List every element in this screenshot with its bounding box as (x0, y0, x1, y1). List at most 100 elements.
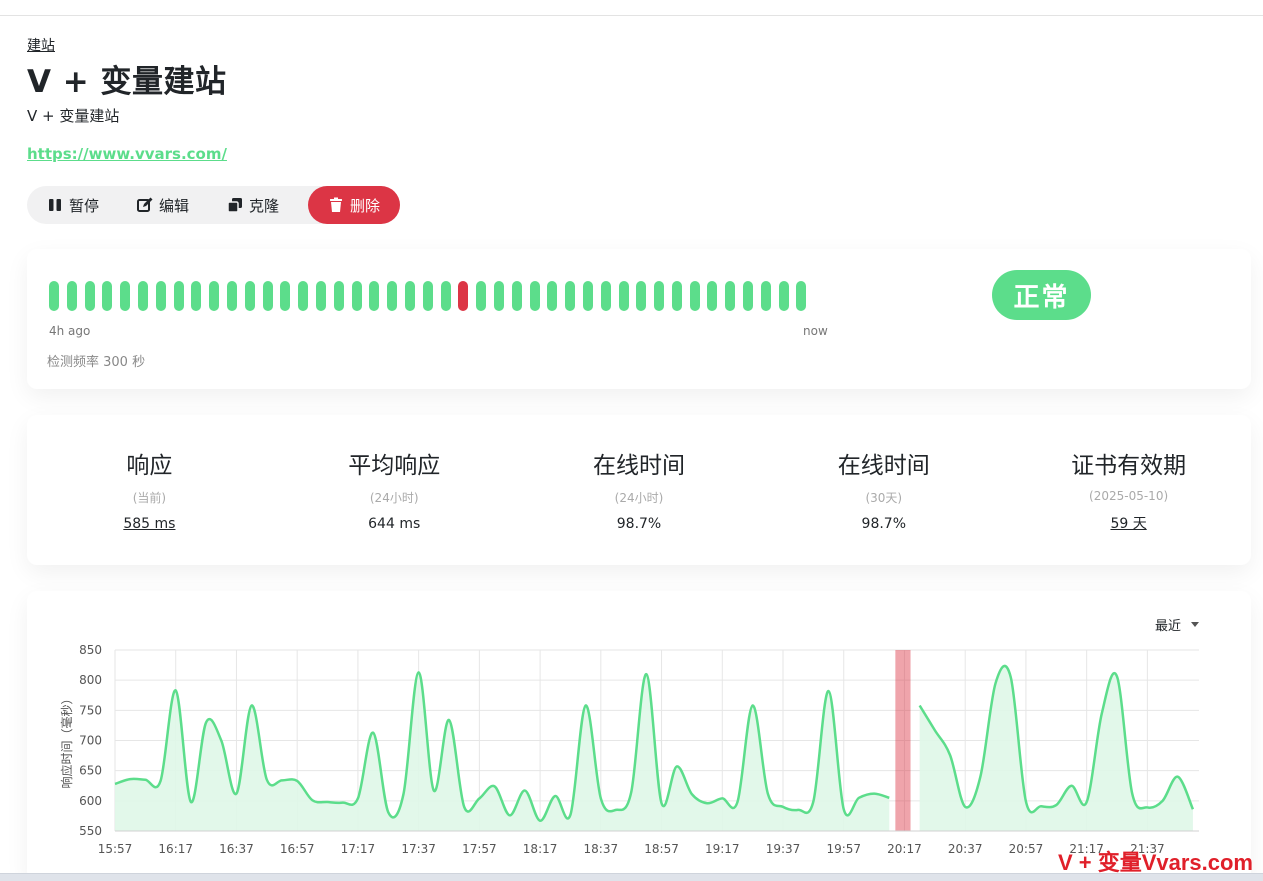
pause-button-label: 暂停 (69, 196, 100, 215)
breadcrumb-group-link[interactable]: 建站 (27, 35, 55, 55)
heartbeat-card: 4h ago now 检测频率 300 秒 正常 (27, 249, 1251, 389)
stat-value: 98.7% (616, 516, 662, 532)
stat-value[interactable]: 585 ms (27, 516, 272, 532)
clone-button-label: 克隆 (249, 196, 280, 215)
heartbeat-up[interactable] (707, 281, 718, 311)
heartbeat-up[interactable] (796, 281, 807, 311)
stat-title: 响应 (126, 453, 173, 479)
stat-subtitle: (当前) (132, 491, 167, 505)
stat-title: 证书有效期 (1071, 453, 1187, 479)
heartbeat-up[interactable] (66, 281, 77, 311)
heartbeat-down[interactable] (458, 281, 469, 311)
y-tick-label: 700 (79, 734, 102, 748)
heartbeat-up[interactable] (298, 281, 309, 311)
x-tick-label: 15:57 (98, 842, 133, 856)
x-tick-label: 18:37 (584, 842, 619, 856)
heartbeat-up[interactable] (226, 281, 237, 311)
edit-button-label: 编辑 (159, 196, 190, 215)
heartbeat-up[interactable] (102, 281, 113, 311)
heartbeat-up[interactable] (511, 281, 522, 311)
stat-column: 在线时间 (24小时) 98.7% (517, 415, 762, 565)
x-tick-label: 17:57 (462, 842, 497, 856)
stat-value[interactable]: 59 天 (1006, 513, 1251, 533)
heartbeat-up[interactable] (404, 281, 415, 311)
heartbeat-up[interactable] (49, 281, 59, 311)
y-tick-label: 650 (79, 764, 102, 778)
x-tick-label: 19:17 (705, 842, 740, 856)
heartbeat-up[interactable] (743, 281, 754, 311)
check-frequency: 检测频率 300 秒 (47, 355, 146, 370)
heartbeat-up[interactable] (173, 281, 184, 311)
monitor-url-link[interactable]: https://www.vvars.com/ (27, 145, 227, 163)
heartbeat-up[interactable] (493, 281, 504, 311)
response-chart-card: 最近 550 600 650 700 750 800 850 15:57 16:17 16:37 1… (27, 591, 1251, 881)
heartbeat-up[interactable] (654, 281, 665, 311)
heartbeat-up[interactable] (547, 281, 558, 311)
page-title: V + 变量建站 (27, 64, 227, 100)
heartbeat-up[interactable] (422, 281, 433, 311)
x-tick-label: 16:57 (280, 842, 315, 856)
taskbar (0, 873, 1263, 881)
heartbeat-up[interactable] (137, 281, 148, 311)
heartbeat-up[interactable] (351, 281, 362, 311)
heartbeat-up[interactable] (689, 281, 700, 311)
heartbeat-up[interactable] (369, 281, 380, 311)
stat-title: 在线时间 (837, 453, 930, 479)
heartbeat-up[interactable] (565, 281, 576, 311)
heartbeat-up[interactable] (582, 281, 593, 311)
heartbeat-start-label: 4h ago (49, 324, 91, 338)
clone-icon (227, 198, 243, 213)
stat-title: 在线时间 (592, 453, 685, 479)
stats-card: 响应 (当前) 585 ms 平均响应 (24小时) 644 ms 在线时间 (24小时) 98… (27, 415, 1251, 565)
heartbeat-up[interactable] (778, 281, 789, 311)
heartbeat-up[interactable] (387, 281, 398, 311)
action-button-group: 暂停 编辑 克隆 删除 (27, 186, 400, 224)
delete-button[interactable]: 删除 (307, 186, 400, 224)
stat-column: 响应 (当前) 585 ms (27, 415, 272, 565)
series-area (115, 672, 890, 831)
y-tick-label: 800 (79, 673, 102, 687)
heartbeat-up[interactable] (244, 281, 255, 311)
y-tick-label: 750 (79, 703, 102, 717)
heartbeat-up[interactable] (209, 281, 220, 311)
stat-subtitle: (2025-05-10) (1089, 489, 1169, 503)
edit-button[interactable]: 编辑 (117, 186, 207, 224)
response-time-chart: 550 600 650 700 750 800 850 15:57 16:17 16:37 16:5… (59, 643, 1199, 856)
heartbeat-up[interactable] (440, 281, 451, 311)
heartbeat-up[interactable] (529, 281, 540, 311)
clone-button[interactable]: 克隆 (207, 186, 297, 224)
heartbeat-up[interactable] (760, 281, 771, 311)
monitor-detail-page: 建站 V + 变量建站 V + 变量建站 https://www.vvars.c… (0, 16, 1263, 881)
heartbeat-up[interactable] (333, 281, 344, 311)
heartbeat-up[interactable] (262, 281, 273, 311)
x-tick-label: 20:57 (1009, 842, 1044, 856)
x-tick-label: 17:37 (401, 842, 436, 856)
heartbeat-up[interactable] (476, 281, 487, 311)
pause-icon (49, 199, 61, 211)
y-tick-label: 850 (79, 643, 102, 657)
stat-subtitle: (24小时) (614, 491, 664, 505)
heartbeat-up[interactable] (636, 281, 647, 311)
stat-title: 平均响应 (348, 453, 441, 479)
y-tick-label: 550 (79, 824, 102, 838)
page-subtitle: V + 变量建站 (27, 107, 120, 125)
heartbeat-up[interactable] (280, 281, 291, 311)
pause-button[interactable]: 暂停 (27, 186, 117, 224)
heartbeat-up[interactable] (600, 281, 611, 311)
heartbeat-up[interactable] (191, 281, 202, 311)
heartbeat-up[interactable] (84, 281, 95, 311)
heartbeat-up[interactable] (671, 281, 682, 311)
heartbeat-up[interactable] (315, 281, 326, 311)
heartbeat-up[interactable] (725, 281, 736, 311)
x-tick-label: 16:37 (219, 842, 254, 856)
x-tick-label: 18:57 (644, 842, 679, 856)
edit-icon (137, 197, 153, 212)
heartbeat-up[interactable] (120, 281, 131, 311)
heartbeat-up[interactable] (618, 281, 629, 311)
heartbeat-up[interactable] (155, 281, 166, 311)
downtime-band (895, 650, 911, 831)
stat-value: 644 ms (368, 516, 421, 532)
stat-column: 证书有效期 (2025-05-10) 59 天 (1006, 415, 1251, 565)
stat-subtitle: (24小时) (369, 491, 419, 505)
x-tick-label: 20:17 (887, 842, 922, 856)
